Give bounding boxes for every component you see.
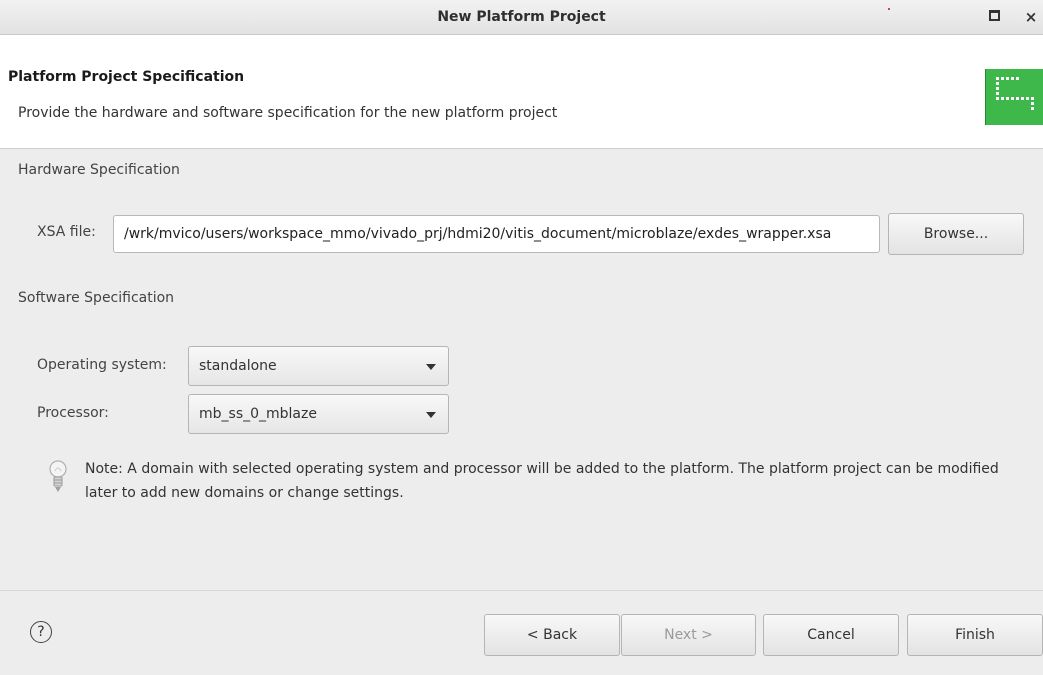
window-titlebar: New Platform Project ×: [0, 0, 1043, 35]
next-button[interactable]: Next >: [621, 614, 756, 656]
maximize-icon[interactable]: [985, 8, 1003, 26]
lightbulb-icon: [48, 459, 68, 497]
browse-button[interactable]: Browse...: [888, 213, 1024, 255]
cancel-button[interactable]: Cancel: [763, 614, 899, 656]
page-description: Provide the hardware and software specif…: [18, 105, 558, 121]
back-button[interactable]: < Back: [484, 614, 620, 656]
wizard-header: Platform Project Specification Provide t…: [0, 35, 1043, 149]
platform-wizard-banner-icon: [985, 69, 1043, 125]
page-title: Platform Project Specification: [8, 69, 245, 85]
titlebar-marker: [888, 8, 890, 10]
processor-label: Processor:: [37, 405, 109, 421]
footer-divider: [0, 590, 1043, 591]
xsa-file-input[interactable]: /wrk/mvico/users/workspace_mmo/vivado_pr…: [113, 215, 880, 253]
xsa-file-label: XSA file:: [37, 224, 96, 240]
operating-system-label: Operating system:: [37, 357, 167, 373]
help-icon[interactable]: ?: [30, 621, 52, 643]
finish-button[interactable]: Finish: [907, 614, 1043, 656]
domain-note: Note: A domain with selected operating s…: [85, 461, 999, 501]
software-section-label: Software Specification: [18, 290, 175, 306]
operating-system-select[interactable]: standalone: [188, 346, 449, 386]
close-icon[interactable]: ×: [1022, 8, 1040, 26]
processor-select[interactable]: mb_ss_0_mblaze: [188, 394, 449, 434]
operating-system-value: standalone: [199, 358, 277, 374]
hardware-section-label: Hardware Specification: [18, 162, 180, 178]
processor-value: mb_ss_0_mblaze: [199, 406, 317, 422]
window-title: New Platform Project: [437, 9, 606, 25]
chevron-down-icon: [426, 412, 436, 418]
chevron-down-icon: [426, 364, 436, 370]
